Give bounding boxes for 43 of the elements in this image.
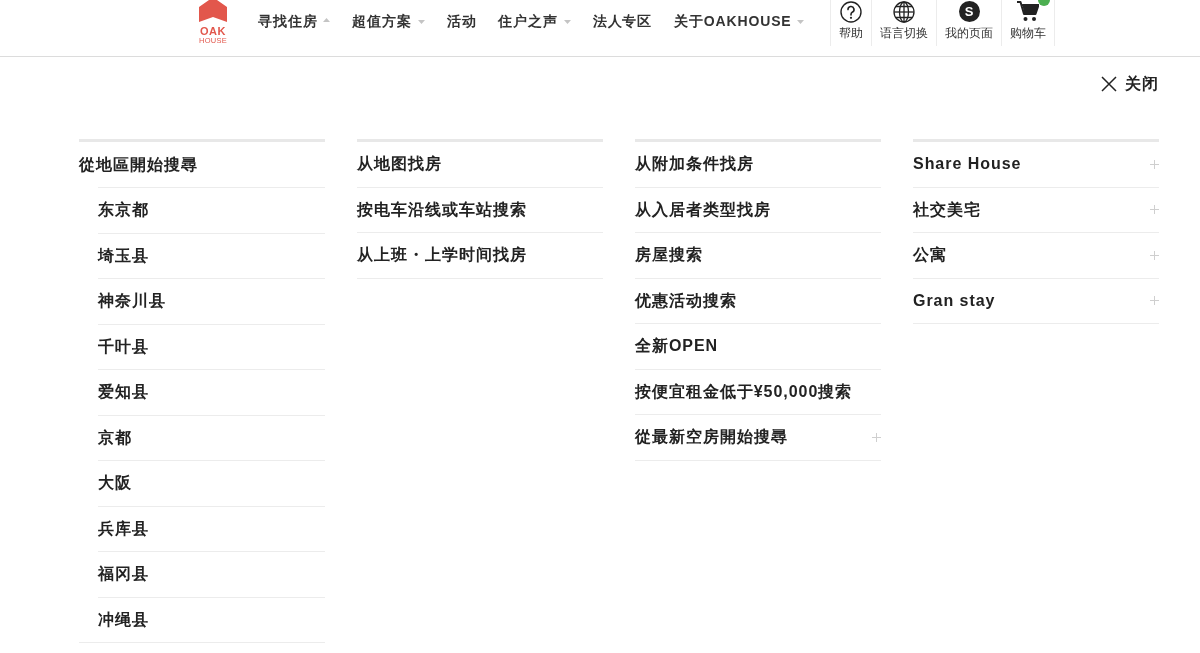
menu-link[interactable]: 房屋搜索	[635, 233, 881, 279]
letter-badge: S	[958, 1, 980, 22]
cart-link[interactable]: 购物车	[1001, 0, 1054, 46]
menu-link[interactable]: 爱知县	[98, 369, 325, 415]
help-icon	[840, 0, 862, 23]
menu-link[interactable]: 从入居者类型找房	[635, 187, 881, 233]
nav-link[interactable]: 活动	[446, 10, 477, 32]
close-button[interactable]: 关闭	[1101, 74, 1159, 94]
menu-link[interactable]: 公寓	[913, 233, 1159, 279]
menu-link[interactable]: 从上班・上学时间找房	[357, 233, 603, 279]
menu-link[interactable]: 兵库县	[98, 505, 325, 551]
nav-link[interactable]: 关于OAKHOUSE	[674, 10, 805, 32]
menu-link[interactable]: 从地图找房	[357, 142, 603, 188]
menu-link[interactable]: 福冈县	[98, 551, 325, 597]
nav-link[interactable]: 住户之声	[498, 10, 571, 32]
menu-link[interactable]: 全新OPEN	[635, 324, 881, 370]
menu-link[interactable]: 从附加条件找房	[635, 142, 881, 188]
menu-link[interactable]: 大阪	[98, 460, 325, 506]
nav-link[interactable]: 寻找住房	[258, 10, 331, 32]
cart-icon	[1017, 1, 1039, 22]
menu-link[interactable]: 從最新空房開始搜尋	[635, 415, 881, 461]
menu-link[interactable]: 冲绳县	[98, 596, 325, 642]
header-link[interactable]: S 我的页面	[936, 0, 1001, 46]
nav-link[interactable]: 法人专区	[592, 10, 653, 32]
globe-icon	[893, 0, 915, 23]
house-logo-icon	[199, 0, 227, 22]
menu-link[interactable]: 按电车沿线或车站搜索	[357, 187, 603, 233]
menu-link[interactable]: Gran stay	[913, 278, 1159, 324]
menu-link[interactable]: 优惠活动搜索	[635, 278, 881, 324]
menu-link[interactable]: 京都	[98, 414, 325, 460]
header-link[interactable]: 语言切换	[871, 0, 936, 46]
menu-link[interactable]: 东京都	[98, 187, 325, 233]
menu-link[interactable]: 埼玉县	[98, 232, 325, 278]
menu-heading[interactable]: 從地區開始搜尋	[79, 142, 325, 187]
menu-link[interactable]: 神奈川县	[98, 278, 325, 324]
close-icon	[1101, 76, 1118, 92]
menu-link[interactable]: Share House	[913, 142, 1159, 188]
cart-badge-icon	[1038, 0, 1050, 6]
menu-link[interactable]: 按便宜租金低于¥50,000搜索	[635, 369, 881, 415]
menu-link[interactable]: 社交美宅	[913, 187, 1159, 233]
header-link[interactable]: 帮助	[830, 0, 871, 46]
menu-link[interactable]: 千叶县	[98, 323, 325, 369]
nav-link[interactable]: 超值方案	[352, 10, 425, 32]
